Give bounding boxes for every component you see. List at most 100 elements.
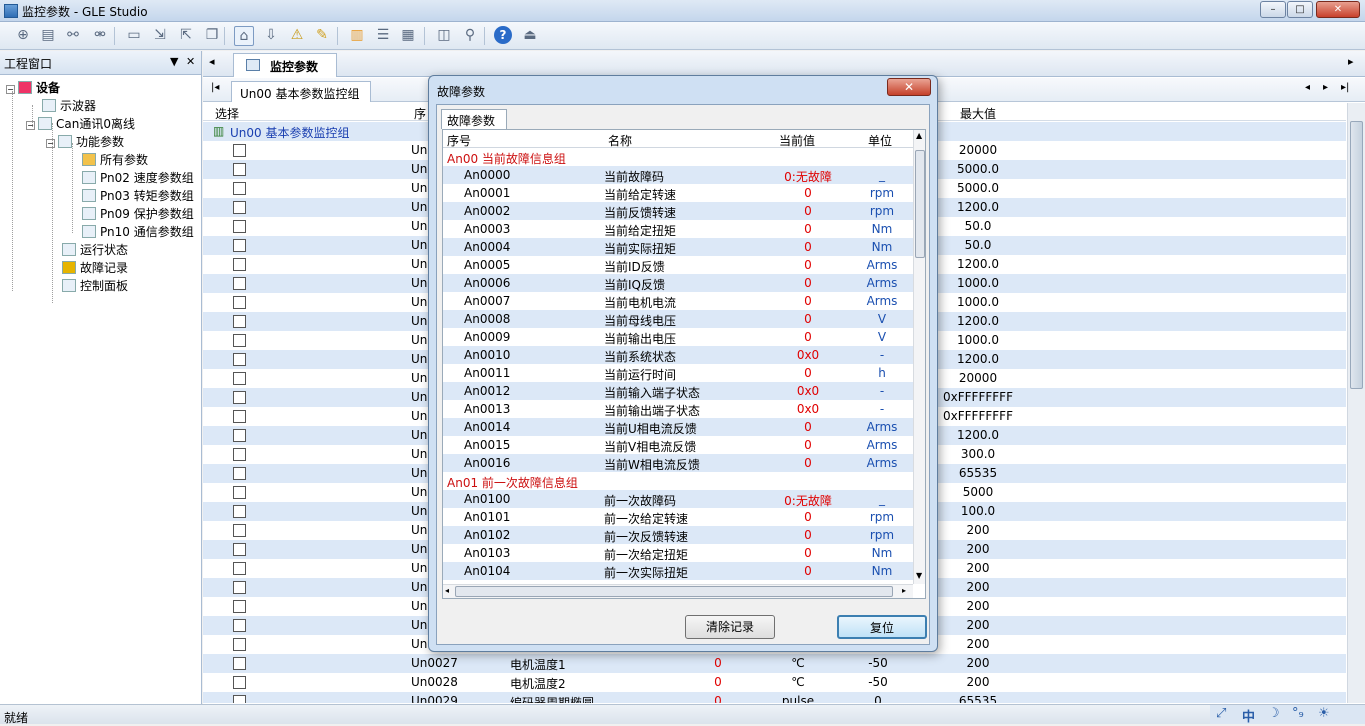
row-checkbox[interactable]: [233, 277, 246, 290]
layout-icon[interactable]: ◫: [434, 26, 454, 46]
fault-grid-vscrollbar[interactable]: ▲ ▼: [913, 130, 925, 584]
row-checkbox[interactable]: [233, 296, 246, 309]
tab-monitor-params[interactable]: 监控参数: [233, 53, 337, 77]
fault-row[interactable]: An0015 当前V相电流反馈 0 Arms: [443, 436, 913, 454]
tab-fault-params[interactable]: 故障参数: [441, 109, 507, 129]
tree-node-device[interactable]: − 设备: [6, 79, 60, 97]
alarm-icon[interactable]: ⚠: [287, 26, 307, 46]
hscroll-thumb[interactable]: [455, 586, 893, 597]
tree-node-pn10[interactable]: Pn10 通信参数组: [82, 223, 194, 241]
scrollbar-thumb[interactable]: [1350, 121, 1363, 389]
tree-node-function-params[interactable]: − 功能参数: [46, 133, 124, 151]
fault-row[interactable]: An0104 前一次实际扭矩 0 Nm: [443, 562, 913, 580]
collapse-icon[interactable]: −: [26, 121, 35, 130]
last-tab-icon[interactable]: ▸|: [1341, 82, 1349, 93]
fault-row[interactable]: An0014 当前U相电流反馈 0 Arms: [443, 418, 913, 436]
row-checkbox[interactable]: [233, 410, 246, 423]
tree-node-run-status[interactable]: 运行状态: [62, 241, 128, 259]
fault-row[interactable]: An0006 当前IQ反馈 0 Arms: [443, 274, 913, 292]
scroll-right-icon[interactable]: ▸: [902, 586, 906, 595]
fault-row[interactable]: An0001 当前给定转速 0 rpm: [443, 184, 913, 202]
fault-row[interactable]: An0008 当前母线电压 0 V: [443, 310, 913, 328]
fault-row[interactable]: An0009 当前输出电压 0 V: [443, 328, 913, 346]
punct-icon[interactable]: °₉: [1292, 706, 1304, 721]
fault-row[interactable]: An0003 当前给定扭矩 0 Nm: [443, 220, 913, 238]
sun-icon[interactable]: ☀: [1318, 706, 1330, 721]
row-checkbox[interactable]: [233, 600, 246, 613]
scroll-left-icon[interactable]: ◂: [445, 586, 449, 595]
row-checkbox[interactable]: [233, 429, 246, 442]
row-checkbox[interactable]: [233, 315, 246, 328]
import-icon[interactable]: ⇲: [150, 26, 170, 46]
fault-row[interactable]: An0102 前一次反馈转速 0 rpm: [443, 526, 913, 544]
tree-node-pn03[interactable]: Pn03 转矩参数组: [82, 187, 194, 205]
row-checkbox[interactable]: [233, 258, 246, 271]
row-checkbox[interactable]: [233, 657, 246, 670]
pin-dropdown-icon[interactable]: ▼: [170, 55, 178, 68]
row-checkbox[interactable]: [233, 391, 246, 404]
row-checkbox[interactable]: [233, 676, 246, 689]
vscroll-thumb[interactable]: [915, 150, 925, 258]
fault-row[interactable]: An0004 当前实际扭矩 0 Nm: [443, 238, 913, 256]
row-checkbox[interactable]: [233, 353, 246, 366]
tree-node-oscilloscope[interactable]: 示波器: [42, 97, 96, 115]
fault-row[interactable]: An0010 当前系统状态 0x0 -: [443, 346, 913, 364]
fault-row[interactable]: An0100 前一次故障码 0:无故障 _: [443, 490, 913, 508]
fault-row[interactable]: An0011 当前运行时间 0 h: [443, 364, 913, 382]
tray-expand-icon[interactable]: ⤢: [1216, 706, 1226, 721]
connect-icon[interactable]: ⚯: [63, 26, 83, 46]
dialog-close-button[interactable]: ✕: [887, 78, 931, 96]
minimize-button[interactable]: –: [1260, 1, 1286, 18]
ime-chinese-icon[interactable]: 中: [1242, 706, 1255, 725]
close-button[interactable]: ✕: [1316, 1, 1360, 18]
tab-scroll-right-icon[interactable]: ▸: [1348, 55, 1354, 68]
fault-row[interactable]: An0002 当前反馈转速 0 rpm: [443, 202, 913, 220]
report-icon[interactable]: ☰: [373, 26, 393, 46]
copy-icon[interactable]: ❐: [202, 26, 222, 46]
row-checkbox[interactable]: [233, 619, 246, 632]
row-checkbox[interactable]: [233, 144, 246, 157]
row-checkbox[interactable]: [233, 638, 246, 651]
scroll-down-icon[interactable]: ▼: [916, 571, 922, 580]
table-row[interactable]: Un0029 编码器周期椭圆 0 pulse 0 65535: [203, 692, 1346, 703]
fault-row[interactable]: An0000 当前故障码 0:无故障 _: [443, 166, 913, 184]
table-row[interactable]: Un0028 电机温度2 0 ℃ -50 200: [203, 673, 1346, 692]
row-checkbox[interactable]: [233, 581, 246, 594]
export-icon[interactable]: ⇱: [176, 26, 196, 46]
table-icon[interactable]: ▦: [398, 26, 418, 46]
zoom-icon[interactable]: ⚲: [460, 26, 480, 46]
window-icon[interactable]: ▭: [124, 26, 144, 46]
fault-row[interactable]: An0101 前一次给定转速 0 rpm: [443, 508, 913, 526]
chart-icon[interactable]: ▥: [347, 26, 367, 46]
clear-record-button[interactable]: 清除记录: [685, 615, 775, 639]
grid-vertical-scrollbar[interactable]: [1347, 103, 1365, 703]
edit-icon[interactable]: ✎: [312, 26, 332, 46]
tree-node-pn09[interactable]: Pn09 保护参数组: [82, 205, 194, 223]
row-checkbox[interactable]: [233, 562, 246, 575]
fault-row[interactable]: An0007 当前电机电流 0 Arms: [443, 292, 913, 310]
tree-node-pn02[interactable]: Pn02 速度参数组: [82, 169, 194, 187]
row-checkbox[interactable]: [233, 448, 246, 461]
tree-node-all-params[interactable]: 所有参数: [82, 151, 148, 169]
collapse-icon[interactable]: −: [46, 139, 55, 148]
collapse-icon[interactable]: −: [6, 85, 15, 94]
row-checkbox[interactable]: [233, 543, 246, 556]
next-tab-icon[interactable]: ▸: [1323, 82, 1328, 93]
open-icon[interactable]: ▤: [38, 26, 58, 46]
row-checkbox[interactable]: [233, 467, 246, 480]
row-checkbox[interactable]: [233, 486, 246, 499]
exit-icon[interactable]: ⏏: [520, 26, 540, 46]
home-icon[interactable]: ⌂: [234, 26, 254, 46]
download-icon[interactable]: ⇩: [261, 26, 281, 46]
tab-scroll-left-icon[interactable]: ◂: [209, 55, 215, 68]
row-checkbox[interactable]: [233, 163, 246, 176]
row-checkbox[interactable]: [233, 524, 246, 537]
tab-un00[interactable]: Un00 基本参数监控组: [231, 81, 371, 102]
fault-grid-hscrollbar[interactable]: ◂ ▸: [443, 584, 913, 598]
fault-row[interactable]: An0016 当前W相电流反馈 0 Arms: [443, 454, 913, 472]
tree-node-control-panel[interactable]: 控制面板: [62, 277, 128, 295]
row-checkbox[interactable]: [233, 182, 246, 195]
row-checkbox[interactable]: [233, 239, 246, 252]
moon-icon[interactable]: ☽: [1268, 706, 1280, 721]
disconnect-icon[interactable]: ⚮: [90, 26, 110, 46]
